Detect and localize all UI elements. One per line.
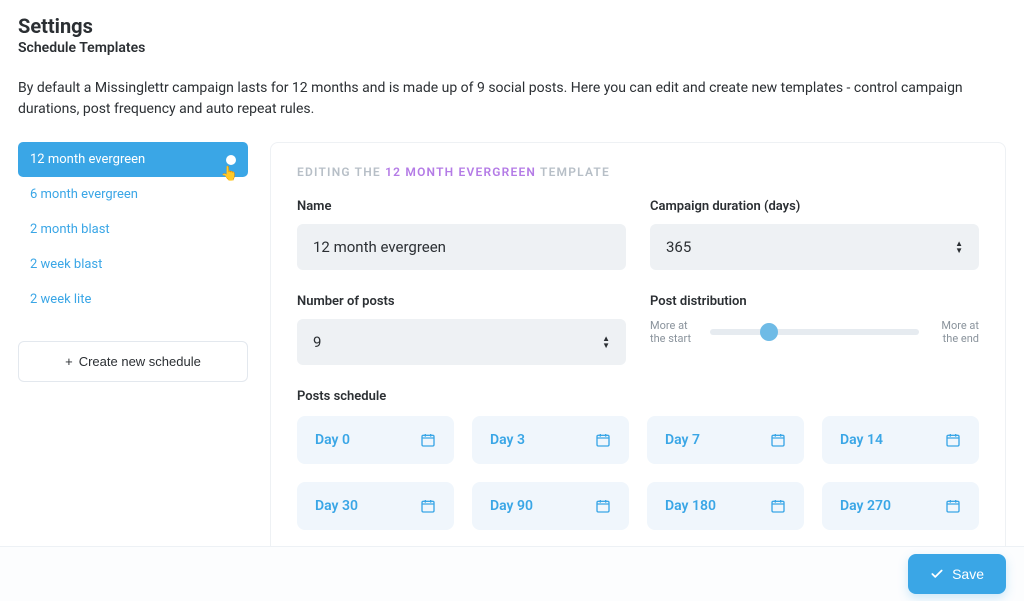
- duration-input[interactable]: 365 ▲▼: [650, 224, 979, 270]
- template-item-label: 2 week blast: [30, 257, 102, 272]
- page-intro: By default a Missinglettr campaign lasts…: [18, 78, 1006, 120]
- template-item-2-week-lite[interactable]: 2 week lite: [18, 282, 248, 317]
- stepper-icon[interactable]: ▲▼: [955, 241, 963, 254]
- create-schedule-button[interactable]: + Create new schedule: [18, 341, 248, 382]
- stepper-icon[interactable]: ▲▼: [602, 336, 610, 349]
- duration-label: Campaign duration (days): [650, 199, 979, 214]
- calendar-icon: [420, 498, 436, 514]
- duration-value: 365: [666, 238, 691, 256]
- schedule-chip-label: Day 14: [840, 432, 883, 448]
- calendar-icon: [945, 498, 961, 514]
- template-item-label: 6 month evergreen: [30, 187, 138, 202]
- schedule-chip-label: Day 90: [490, 498, 533, 514]
- template-item-label: 12 month evergreen: [30, 152, 145, 167]
- create-schedule-label: Create new schedule: [79, 354, 201, 369]
- name-label: Name: [297, 199, 626, 214]
- schedule-chip-label: Day 0: [315, 432, 350, 448]
- template-item-12-month-evergreen[interactable]: 12 month evergreen 👆: [18, 142, 248, 177]
- save-button[interactable]: Save: [908, 554, 1006, 594]
- default-indicator-icon: [226, 155, 236, 165]
- template-item-2-month-blast[interactable]: 2 month blast: [18, 212, 248, 247]
- posts-label: Number of posts: [297, 294, 626, 309]
- calendar-icon: [770, 498, 786, 514]
- schedule-chip[interactable]: Day 7: [647, 416, 804, 464]
- schedule-chip-label: Day 3: [490, 432, 525, 448]
- distribution-left-label: More at the start: [650, 319, 696, 345]
- posts-input[interactable]: 9 ▲▼: [297, 319, 626, 365]
- template-item-label: 2 week lite: [30, 292, 91, 307]
- template-editor: EDITING THE 12 MONTH EVERGREEN TEMPLATE …: [270, 142, 1006, 591]
- distribution-slider[interactable]: [710, 329, 919, 335]
- schedule-chip[interactable]: Day 0: [297, 416, 454, 464]
- schedule-chip-label: Day 30: [315, 498, 358, 514]
- page-subtitle: Schedule Templates: [18, 40, 1006, 56]
- name-value: 12 month evergreen: [313, 238, 446, 256]
- schedule-chip-label: Day 270: [840, 498, 891, 514]
- template-list: 12 month evergreen 👆 6 month evergreen 2…: [18, 142, 248, 382]
- posts-schedule-label: Posts schedule: [297, 389, 979, 404]
- schedule-chip-label: Day 7: [665, 432, 700, 448]
- schedule-chip[interactable]: Day 14: [822, 416, 979, 464]
- save-bar: Save: [0, 546, 1024, 601]
- calendar-icon: [595, 432, 611, 448]
- calendar-icon: [945, 432, 961, 448]
- distribution-right-label: More at the end: [933, 319, 979, 345]
- schedule-chip-label: Day 180: [665, 498, 716, 514]
- schedule-chip[interactable]: Day 180: [647, 482, 804, 530]
- schedule-chip[interactable]: Day 30: [297, 482, 454, 530]
- posts-schedule-grid: Day 0 Day 3 Day 7 Day 14 Day 30: [297, 416, 979, 530]
- template-item-2-week-blast[interactable]: 2 week blast: [18, 247, 248, 282]
- slider-thumb[interactable]: [760, 323, 778, 341]
- name-input[interactable]: 12 month evergreen: [297, 224, 626, 270]
- calendar-icon: [420, 432, 436, 448]
- calendar-icon: [770, 432, 786, 448]
- schedule-chip[interactable]: Day 270: [822, 482, 979, 530]
- schedule-chip[interactable]: Day 3: [472, 416, 629, 464]
- calendar-icon: [595, 498, 611, 514]
- check-icon: [930, 567, 944, 581]
- editing-header: EDITING THE 12 MONTH EVERGREEN TEMPLATE: [297, 165, 979, 179]
- posts-value: 9: [313, 333, 321, 351]
- page-title: Settings: [18, 14, 1006, 38]
- save-label: Save: [952, 566, 984, 582]
- template-item-label: 2 month blast: [30, 222, 110, 237]
- distribution-label: Post distribution: [650, 294, 979, 309]
- schedule-chip[interactable]: Day 90: [472, 482, 629, 530]
- template-item-6-month-evergreen[interactable]: 6 month evergreen: [18, 177, 248, 212]
- plus-icon: +: [65, 354, 73, 369]
